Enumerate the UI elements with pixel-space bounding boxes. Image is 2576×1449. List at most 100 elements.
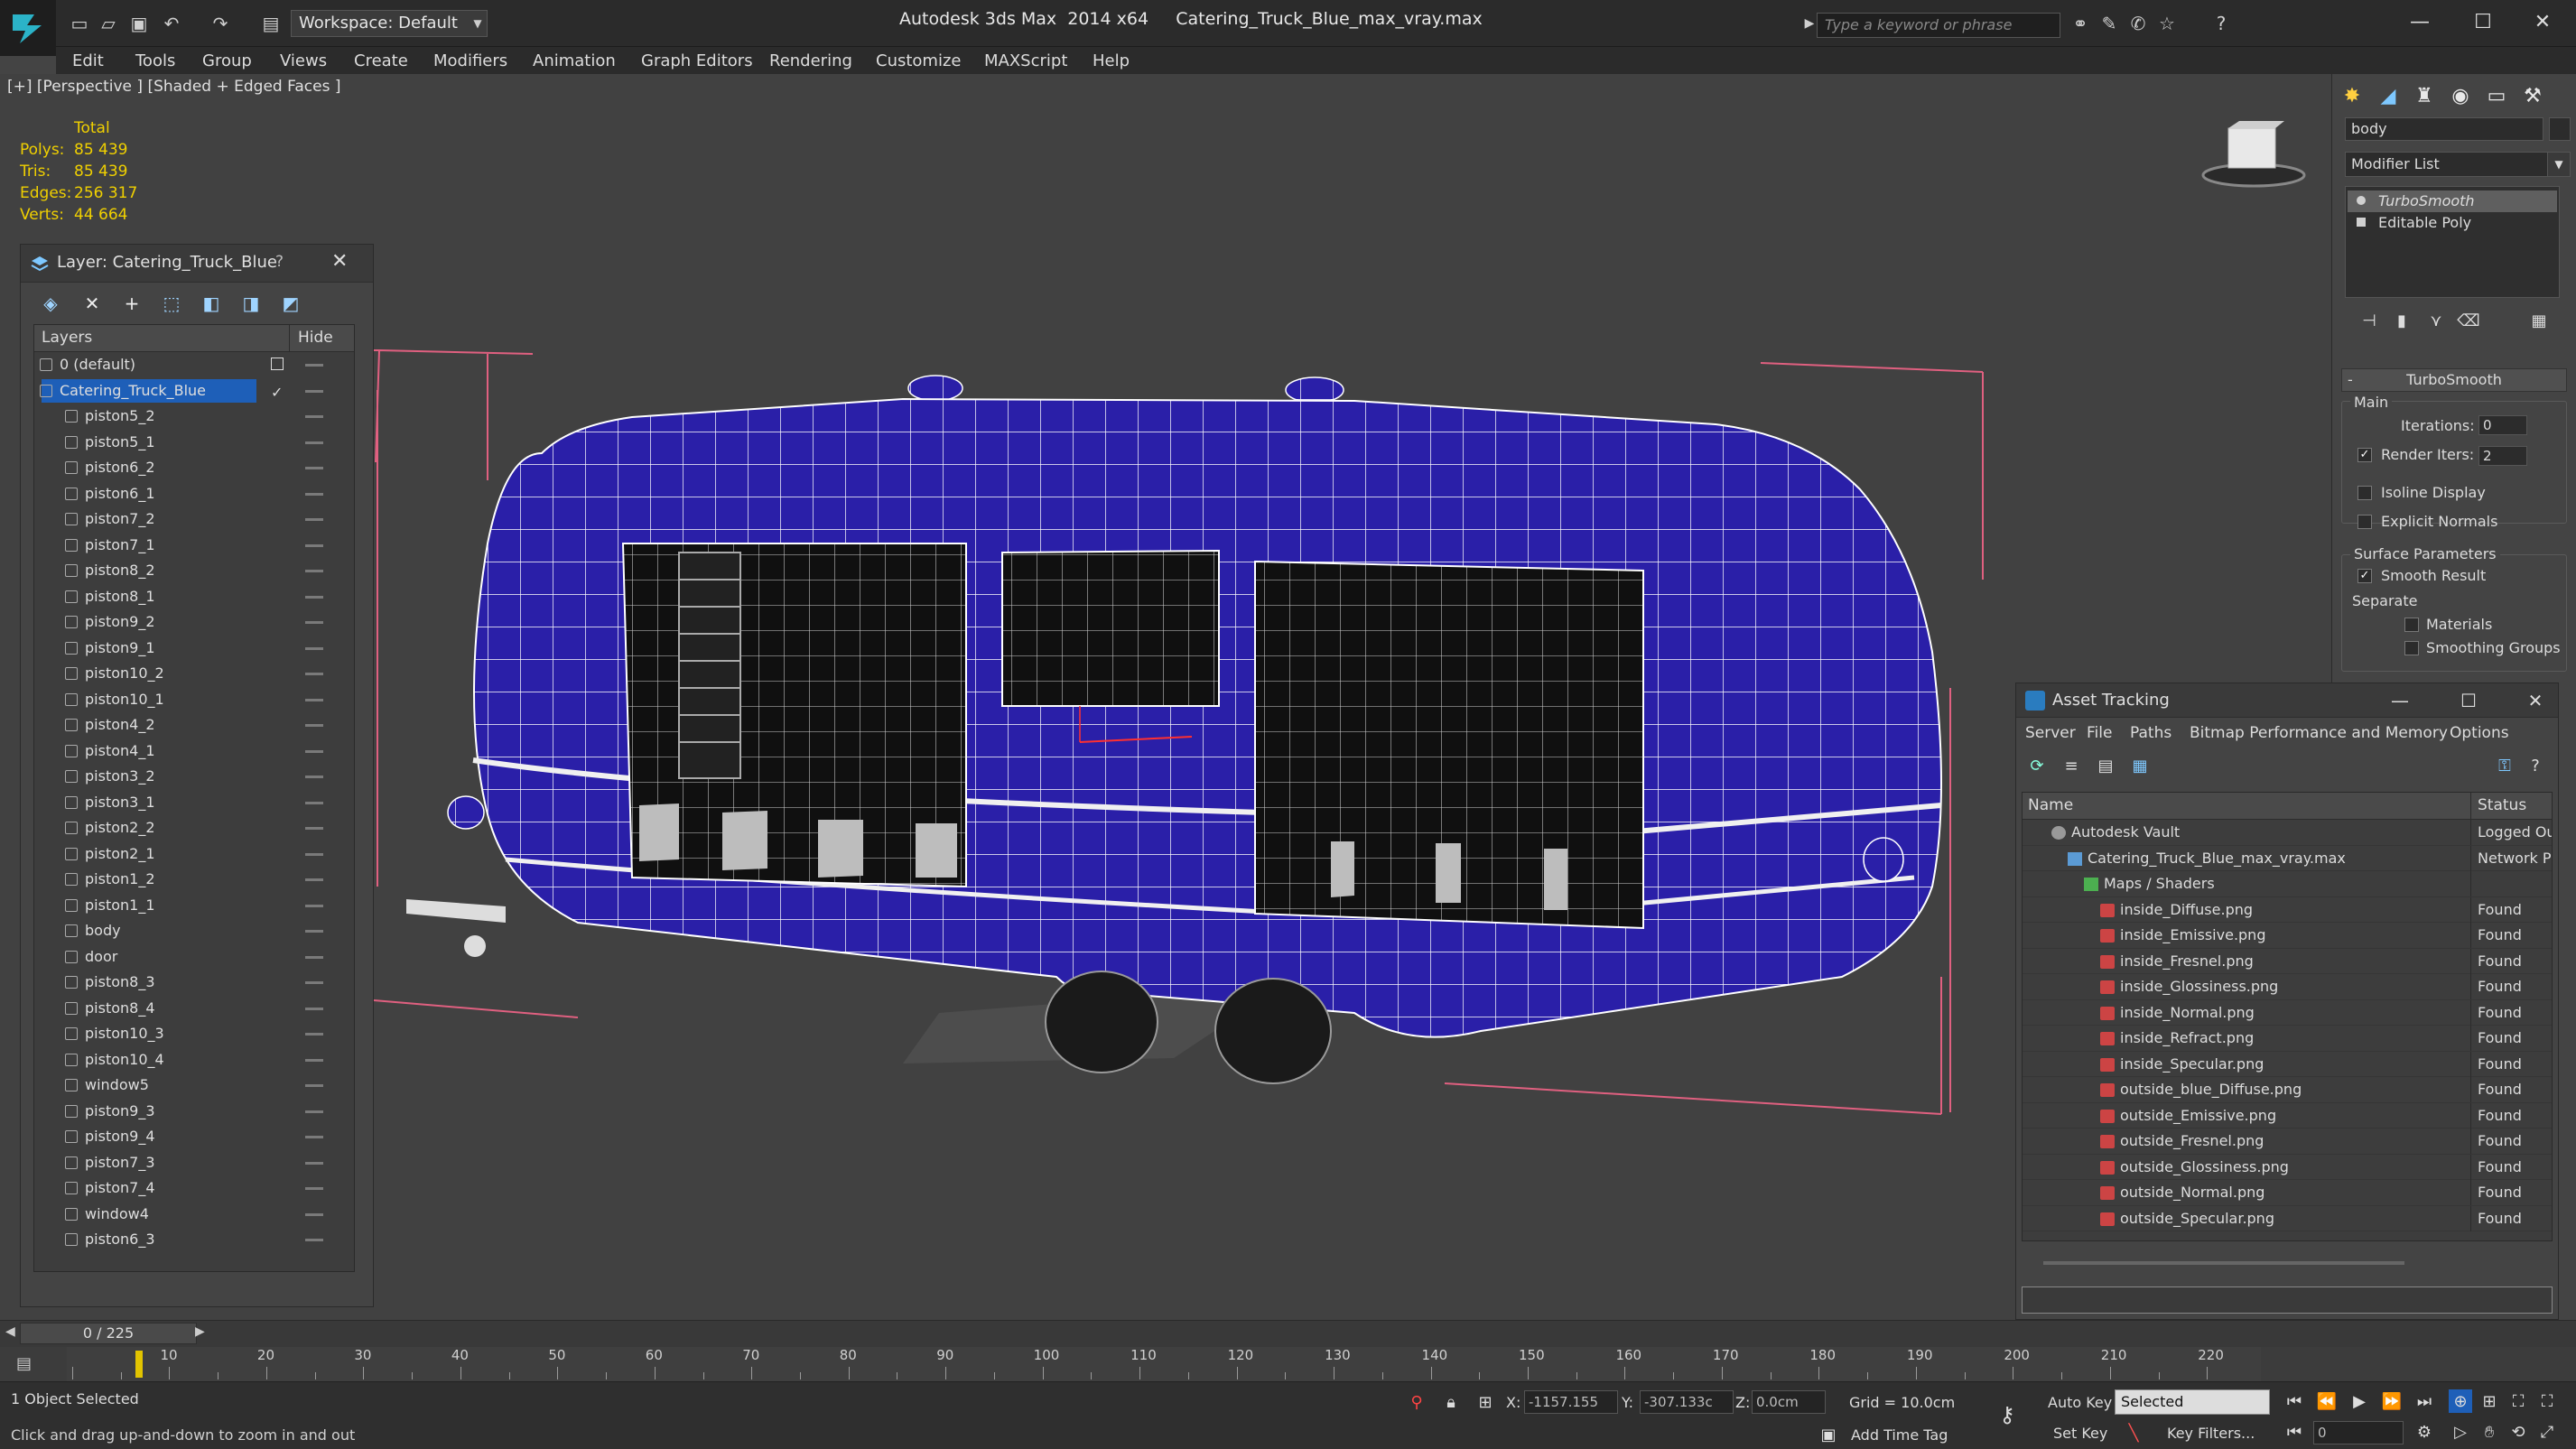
layer-panel-titlebar[interactable]: Layer: Catering_Truck_Blue ? ✕ — [21, 245, 373, 283]
asset-row[interactable]: inside_Specular.png Found — [2023, 1051, 2552, 1077]
layer-row[interactable]: door — [34, 944, 354, 971]
select-objects-icon[interactable]: ⬚ — [160, 292, 183, 315]
help-icon[interactable]: ? — [2524, 754, 2547, 777]
layer-row[interactable]: piston1_2 — [34, 867, 354, 893]
hide-toggle[interactable] — [305, 1161, 323, 1165]
hide-toggle[interactable] — [305, 852, 323, 856]
menu-create[interactable]: Create — [354, 51, 408, 70]
light-bulb-icon[interactable] — [2357, 196, 2366, 205]
menu-views[interactable]: Views — [280, 51, 327, 70]
key-mode-icon[interactable]: ⏮ — [2283, 1420, 2306, 1444]
time-tag-icon[interactable]: ▣ — [1817, 1423, 1840, 1446]
binoculars-icon[interactable]: ⚭ — [2068, 11, 2093, 36]
modify-tab-icon[interactable]: ◢ — [2372, 79, 2404, 112]
active-layer-check-icon[interactable]: ✓ — [271, 384, 284, 401]
current-layer-box[interactable] — [271, 358, 284, 370]
menu-rendering[interactable]: Rendering — [769, 51, 852, 70]
make-unique-icon[interactable]: ⋎ — [2424, 309, 2448, 332]
asset-row[interactable]: outside_Glossiness.png Found — [2023, 1154, 2552, 1180]
iterations-spinner[interactable]: 0 — [2478, 415, 2527, 435]
layer-row[interactable]: piston6_2 — [34, 455, 354, 481]
hide-toggle[interactable] — [305, 364, 323, 367]
hide-toggle[interactable] — [305, 1187, 323, 1190]
set-key-button[interactable]: Set Key — [2053, 1425, 2107, 1442]
layers-column-header[interactable]: Layers — [42, 329, 92, 347]
close-icon[interactable]: ✕ — [2522, 687, 2549, 714]
auto-key-button[interactable]: Auto Key — [2048, 1394, 2112, 1411]
open-file-icon[interactable]: ▱ — [96, 11, 121, 36]
layer-row[interactable]: piston9_2 — [34, 609, 354, 636]
hierarchy-tab-icon[interactable]: ♜ — [2408, 79, 2441, 112]
timeline-ruler[interactable]: 10 20 30 40 50 60 70 80 90 100 110 120 130 140 150 160 1… — [67, 1347, 2261, 1381]
go-to-end-icon[interactable]: ⏭ — [2413, 1389, 2436, 1413]
add-time-tag-button[interactable]: Add Time Tag — [1851, 1426, 1948, 1444]
asset-row[interactable]: outside_blue_Diffuse.png Found — [2023, 1077, 2552, 1103]
asset-row[interactable]: inside_Normal.png Found — [2023, 999, 2552, 1026]
y-coordinate-field[interactable]: -307.133c — [1640, 1390, 1734, 1414]
hide-toggle[interactable] — [305, 673, 323, 675]
layer-row[interactable]: piston9_1 — [34, 636, 354, 662]
hide-toggle[interactable] — [305, 1110, 323, 1113]
zoom-extents-all-icon[interactable]: ⛶ — [2535, 1389, 2559, 1413]
chevron-down-icon[interactable]: ▼ — [468, 10, 488, 37]
redo-icon[interactable]: ↷ — [208, 11, 233, 36]
hide-toggle[interactable] — [305, 595, 323, 599]
pan-hand-icon[interactable]: ✋︎ — [2478, 1420, 2501, 1444]
menu-tools[interactable]: Tools — [135, 51, 175, 70]
layer-row[interactable]: piston8_4 — [34, 996, 354, 1022]
maximize-viewport-icon[interactable]: ⤢ — [2535, 1420, 2559, 1444]
remove-modifier-icon[interactable]: ⌫ — [2457, 309, 2480, 332]
save-icon[interactable]: ▣ — [126, 11, 152, 36]
layer-row[interactable]: piston4_2 — [34, 712, 354, 738]
asset-row[interactable]: Catering_Truck_Blue_max_vray.max Network … — [2023, 845, 2552, 871]
layer-row[interactable]: piston7_2 — [34, 506, 354, 533]
time-cursor[interactable] — [135, 1351, 143, 1378]
layer-row[interactable]: piston1_1 — [34, 893, 354, 919]
layer-row[interactable]: piston7_4 — [34, 1175, 354, 1202]
table-view-icon[interactable]: ▤ — [2094, 754, 2117, 777]
name-column-header[interactable]: Name — [2028, 796, 2073, 814]
asset-row[interactable]: outside_Fresnel.png Found — [2023, 1129, 2552, 1155]
list-view-icon[interactable]: ≡ — [2060, 754, 2083, 777]
expand-box-icon[interactable] — [2357, 218, 2366, 227]
layer-row[interactable]: piston8_1 — [34, 584, 354, 610]
asset-row[interactable]: inside_Emissive.png Found — [2023, 923, 2552, 949]
show-end-result-icon[interactable]: ▮ — [2390, 309, 2413, 332]
menu-customize[interactable]: Customize — [876, 51, 961, 70]
layer-row[interactable]: piston9_4 — [34, 1124, 354, 1150]
asset-path-field[interactable] — [2022, 1286, 2553, 1314]
workspace-dropdown[interactable]: Workspace: Default — [291, 10, 488, 37]
maximize-icon[interactable]: ☐ — [2455, 687, 2482, 714]
key-mode-toggle-icon[interactable]: ╲ — [2122, 1421, 2145, 1444]
zoom-icon[interactable]: ⊕ — [2449, 1389, 2472, 1413]
view-cube-icon[interactable] — [2201, 121, 2306, 188]
mini-curve-editor-icon[interactable]: ▤ — [16, 1354, 43, 1374]
layer-row[interactable]: body — [34, 918, 354, 944]
layer-row[interactable]: piston6_3 — [34, 1227, 354, 1253]
favorites-star-icon[interactable]: ☆ — [2154, 11, 2180, 36]
layer-row[interactable]: piston3_2 — [34, 764, 354, 790]
layer-row[interactable]: Catering_Truck_Blue ✓ — [34, 378, 354, 404]
isoline-display-checkbox[interactable] — [2357, 486, 2372, 500]
hide-toggle[interactable] — [305, 827, 323, 830]
menu-group[interactable]: Group — [202, 51, 252, 70]
menu-edit[interactable]: Edit — [72, 51, 104, 70]
utilities-tab-icon[interactable]: ⚒ — [2516, 79, 2549, 112]
hide-toggle[interactable] — [305, 776, 323, 778]
zoom-extents-icon[interactable]: ⛶ — [2506, 1389, 2530, 1413]
hide-toggle[interactable] — [305, 878, 323, 881]
key-filters-button[interactable]: Key Filters... — [2167, 1425, 2255, 1442]
smoothing-groups-checkbox[interactable] — [2404, 641, 2419, 655]
transform-mode-icon[interactable]: ⊞ — [1474, 1390, 1497, 1414]
layer-row[interactable]: piston2_1 — [34, 841, 354, 868]
asset-row[interactable]: Maps / Shaders — [2023, 871, 2552, 897]
hide-toggle[interactable] — [305, 981, 323, 984]
hide-column-header[interactable]: Hide — [298, 329, 333, 347]
help-icon[interactable]: ? — [275, 253, 284, 271]
menu-modifiers[interactable]: Modifiers — [433, 51, 507, 70]
object-color-swatch[interactable] — [2549, 117, 2571, 141]
pin-stack-icon[interactable]: ⊣ — [2357, 309, 2381, 332]
hide-toggle[interactable] — [305, 904, 323, 907]
hide-toggle[interactable] — [305, 467, 323, 469]
hide-toggle[interactable] — [305, 749, 323, 753]
